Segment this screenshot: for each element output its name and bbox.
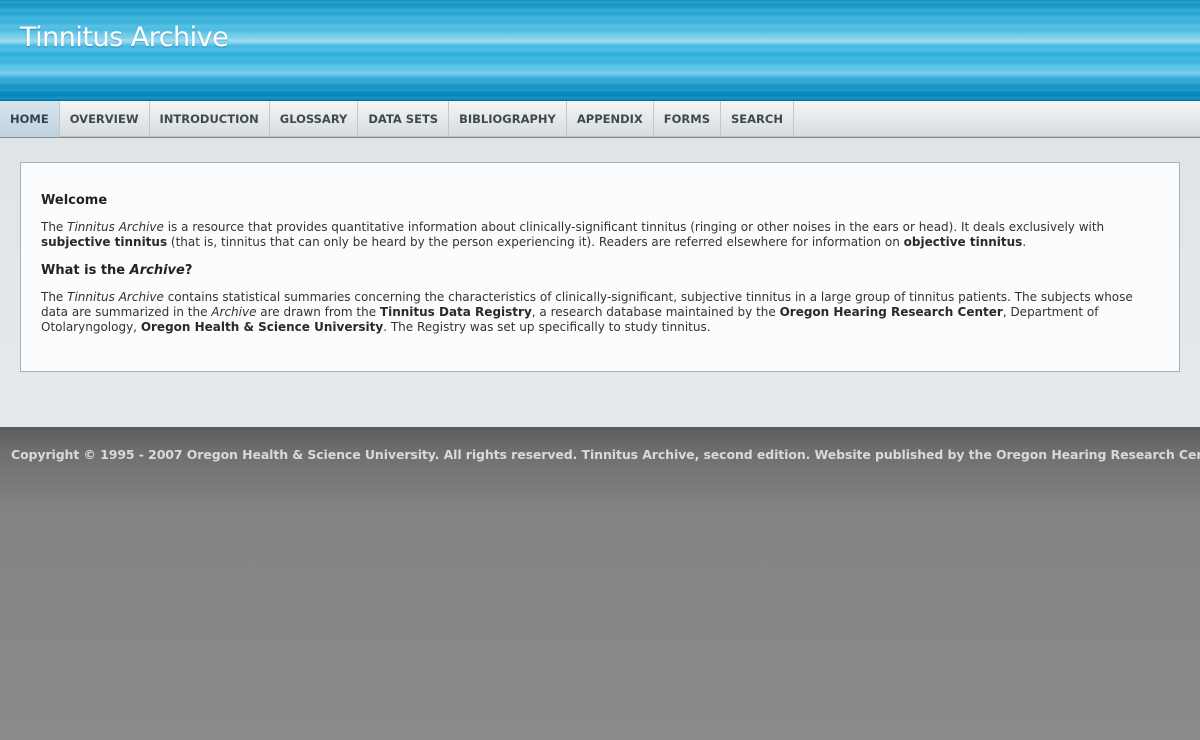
copyright-text: Copyright © 1995 - 2007 Oregon Health & … <box>11 447 1200 462</box>
text: The <box>41 220 68 234</box>
ohrc-term: Oregon Hearing Research Center <box>779 305 1003 319</box>
what-is-heading: What is the Archive? <box>41 263 1159 278</box>
objective-tinnitus-term: objective tinnitus <box>903 235 1023 249</box>
welcome-heading: Welcome <box>41 193 108 208</box>
text: , a research database maintained by the <box>531 305 780 319</box>
text: . <box>1022 235 1027 249</box>
site-header: Tinnitus Archive <box>0 0 1200 101</box>
archive-italic: Archive <box>211 305 257 319</box>
nav-item-search[interactable]: SEARCH <box>721 101 794 137</box>
content-area: Welcome The Tinnitus Archive is a resour… <box>0 138 1200 427</box>
site-footer: Copyright © 1995 - 2007 Oregon Health & … <box>0 427 1200 740</box>
nav-item-introduction[interactable]: INTRODUCTION <box>150 101 270 137</box>
text: What is the <box>41 263 130 278</box>
text: . The Registry was set up specifically t… <box>383 320 711 334</box>
archive-name-italic: Tinnitus Archive <box>67 220 164 234</box>
tinnitus-data-registry-term: Tinnitus Data Registry <box>379 305 532 319</box>
nav-item-appendix[interactable]: APPENDIX <box>567 101 654 137</box>
what-is-paragraph: The Tinnitus Archive contains statistica… <box>41 290 1159 335</box>
site-title[interactable]: Tinnitus Archive <box>20 20 229 56</box>
text: The <box>41 290 68 304</box>
text: (that is, tinnitus that can only be hear… <box>167 235 904 249</box>
text: is a resource that provides quantitative… <box>163 220 1105 234</box>
text: ? <box>184 263 193 278</box>
subjective-tinnitus-term: subjective tinnitus <box>41 235 168 249</box>
archive-italic: Archive <box>129 263 185 278</box>
welcome-paragraph: The Tinnitus Archive is a resource that … <box>41 220 1159 250</box>
ohsu-term: Oregon Health & Science University <box>140 320 384 334</box>
content-box: Welcome The Tinnitus Archive is a resour… <box>20 162 1180 372</box>
nav-item-forms[interactable]: FORMS <box>654 101 722 137</box>
nav-item-overview[interactable]: OVERVIEW <box>60 101 150 137</box>
text: are drawn from the <box>256 305 380 319</box>
main-nav: HOME OVERVIEW INTRODUCTION GLOSSARY DATA… <box>0 101 1200 137</box>
nav-item-home[interactable]: HOME <box>0 101 60 137</box>
nav-item-bibliography[interactable]: BIBLIOGRAPHY <box>449 101 567 137</box>
nav-item-glossary[interactable]: GLOSSARY <box>270 101 359 137</box>
nav-item-data-sets[interactable]: DATA SETS <box>358 101 450 137</box>
archive-name-italic: Tinnitus Archive <box>67 290 164 304</box>
